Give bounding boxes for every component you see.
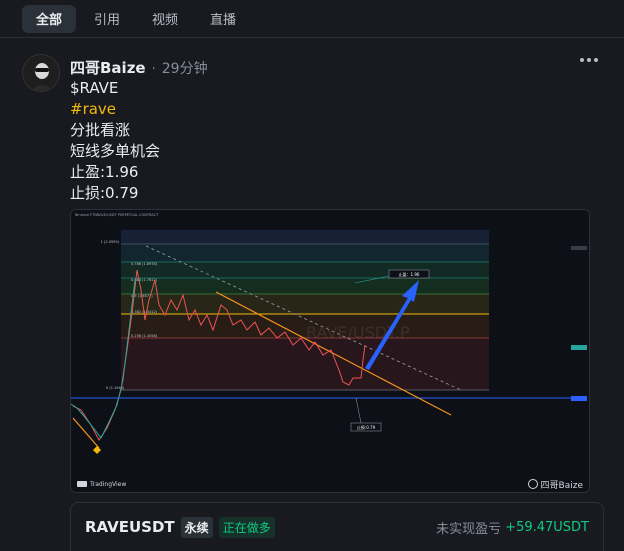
chart-header-text: Binance FTNRAVE/USDT PERPETUAL CONTRACT — [75, 213, 159, 217]
tradingview-footer: TradingView 四哥Baize — [71, 476, 589, 492]
fib-label: 0.786 (1.8978) — [131, 262, 158, 266]
post-body: $RAVE #rave 分批看涨 短线多单机会 止盈:1.96 止损:0.79 — [70, 78, 160, 204]
author-watermark: 四哥Baize — [527, 478, 583, 491]
long-status-badge: 正在做多 — [218, 516, 275, 538]
position-symbol: RAVEUSDT — [85, 518, 175, 536]
post-time: 29分钟 — [161, 61, 208, 77]
position-card[interactable]: RAVEUSDT 永续 正在做多 未实现盈亏 +59.47USDT — [70, 502, 604, 551]
binance-logo-icon — [527, 479, 538, 489]
tab-videos[interactable]: 视频 — [138, 5, 192, 33]
tab-live[interactable]: 直播 — [196, 5, 250, 33]
fib-label: 1 (2.0559) — [101, 240, 120, 244]
author-name[interactable]: 四哥Baize — [70, 57, 146, 78]
fib-label: 0 (1.1940) — [106, 386, 125, 390]
more-dots-icon[interactable] — [580, 58, 598, 62]
post-line: 止盈:1.96 — [70, 163, 139, 181]
perpetual-badge: 永续 — [180, 516, 213, 538]
post-line: 分批看涨 — [70, 121, 131, 139]
feed-tabs: 全部 引用 视频 直播 — [0, 0, 624, 38]
pnl-value: +59.47USDT — [505, 519, 589, 535]
stop-loss-label: 止损:0.79 — [357, 424, 376, 430]
tradingview-label: TradingView — [90, 480, 127, 488]
fib-label: 0.236 (1.4058) — [131, 334, 158, 338]
price-chart: Binance FTNRAVE/USDT PERPETUAL CONTRACT … — [71, 210, 589, 478]
tradingview-logo-icon: TradingView — [77, 481, 126, 488]
watermark-text: 四哥Baize — [540, 480, 583, 491]
take-profit-label: 止盈：1.96 — [399, 271, 420, 277]
tab-all[interactable]: 全部 — [22, 4, 77, 33]
post-line: 短线多单机会 — [70, 142, 161, 160]
separator: · — [151, 62, 156, 77]
tab-quotes[interactable]: 引用 — [80, 5, 134, 33]
avatar[interactable] — [22, 54, 60, 92]
hashtag[interactable]: #rave — [70, 99, 160, 120]
post-line: 止损:0.79 — [70, 184, 139, 202]
chart-image[interactable]: Binance FTNRAVE/USDT PERPETUAL CONTRACT … — [70, 209, 590, 493]
pnl-label: 未实现盈亏 — [436, 521, 502, 537]
cashtag[interactable]: $RAVE — [70, 78, 160, 99]
